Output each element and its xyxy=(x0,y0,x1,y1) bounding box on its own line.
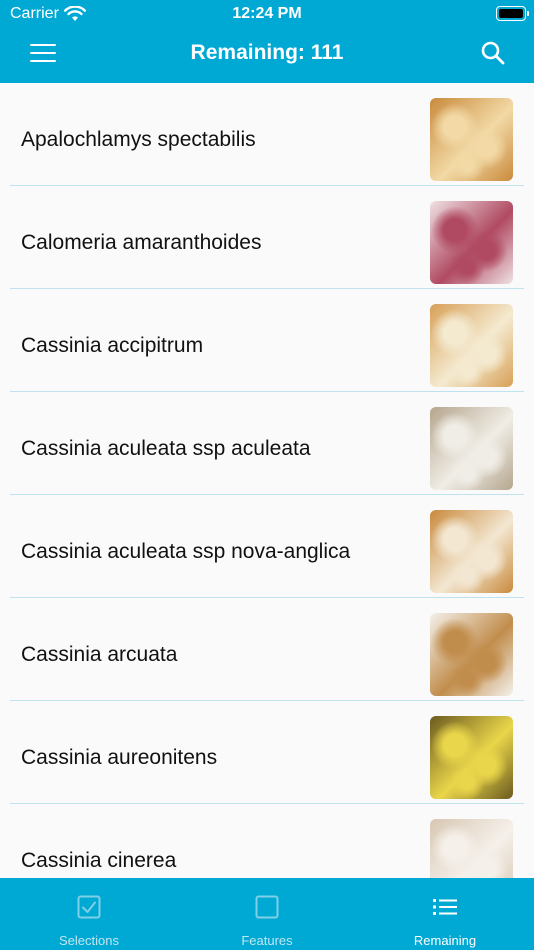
checkbox-empty-icon xyxy=(255,895,279,919)
species-name: Apalochlamys spectabilis xyxy=(21,128,256,151)
tab-label-remaining: Remaining xyxy=(413,933,477,948)
species-thumbnail xyxy=(430,98,513,181)
species-thumbnail xyxy=(430,201,513,284)
species-thumbnail xyxy=(430,819,513,878)
species-name: Calomeria amaranthoides xyxy=(21,231,262,254)
species-name: Cassinia aculeata ssp aculeata xyxy=(21,437,311,460)
species-thumbnail xyxy=(430,510,513,593)
tab-remaining[interactable]: Remaining xyxy=(356,878,534,950)
list-icon xyxy=(433,899,457,915)
list-item[interactable]: Apalochlamys spectabilis xyxy=(0,83,534,186)
page-title: Remaining: 111 xyxy=(190,41,344,64)
list-item[interactable]: Cassinia aculeata ssp aculeata xyxy=(0,392,534,495)
species-list: Apalochlamys spectabilis Calomeria amaran… xyxy=(0,83,534,878)
tab-selections[interactable]: Selections xyxy=(0,878,178,950)
header: Carrier 12:24 PM Remaining: 111 xyxy=(0,0,534,83)
list-item[interactable]: Cassinia arcuata xyxy=(0,598,534,701)
list-item[interactable]: Calomeria amaranthoides xyxy=(0,186,534,289)
search-icon[interactable] xyxy=(480,40,506,66)
list-item[interactable]: Cassinia aculeata ssp nova-anglica xyxy=(0,495,534,598)
list-item[interactable]: Cassinia aureonitens xyxy=(0,701,534,804)
tab-label-features: Features xyxy=(241,933,293,948)
checkbox-checked-icon xyxy=(77,895,101,919)
species-thumbnail xyxy=(430,716,513,799)
status-time: 12:24 PM xyxy=(232,5,302,22)
species-name: Cassinia aureonitens xyxy=(21,746,218,769)
list-item[interactable]: Cassinia cinerea xyxy=(0,804,534,878)
species-name: Cassinia accipitrum xyxy=(21,334,204,357)
species-thumbnail xyxy=(430,613,513,696)
species-thumbnail xyxy=(430,304,513,387)
species-name: Cassinia aculeata ssp nova-anglica xyxy=(21,540,351,563)
tab-label-selections: Selections xyxy=(59,933,119,948)
status-bar: Carrier 12:24 PM xyxy=(0,0,534,28)
species-name: Cassinia cinerea xyxy=(21,849,177,872)
tab-bar: Selections Features Remaining xyxy=(0,878,534,950)
species-name: Cassinia arcuata xyxy=(21,643,178,666)
list-item[interactable]: Cassinia accipitrum xyxy=(0,289,534,392)
battery-icon xyxy=(496,6,529,21)
species-thumbnail xyxy=(430,407,513,490)
tab-features[interactable]: Features xyxy=(178,878,356,950)
